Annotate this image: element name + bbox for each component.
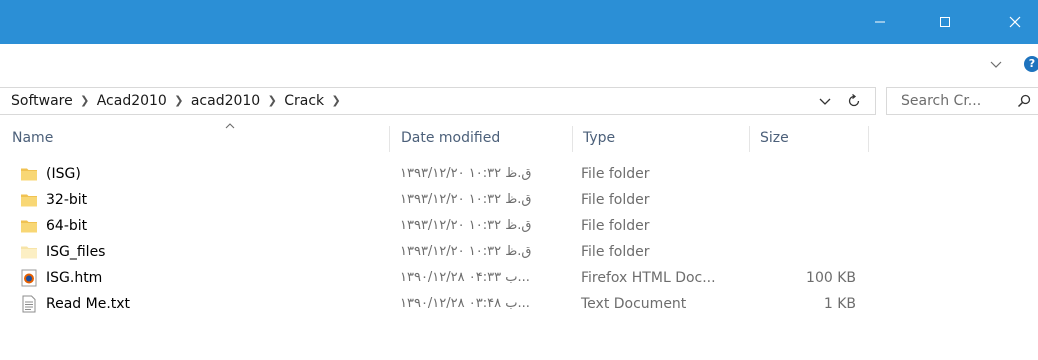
breadcrumb-item-software[interactable]: Software	[8, 88, 76, 114]
folder-icon	[21, 194, 37, 207]
address-bar[interactable]: Software ❯ Acad2010 ❯ acad2010 ❯ Crack ❯	[0, 87, 876, 115]
breadcrumb-separator-icon[interactable]: ❯	[263, 88, 281, 114]
maximize-icon	[940, 17, 950, 27]
file-row[interactable]: Read Me.txt ۱۳۹۰/۱۲/۲۸ ب ۰۳:۴۸... Text D…	[0, 292, 1038, 316]
ribbon-bar: ?	[0, 44, 1038, 84]
file-date: ۱۳۹۰/۱۲/۲۸ ب ۰۳:۴۸...	[400, 296, 530, 311]
firefox-icon	[21, 269, 37, 287]
breadcrumb-separator-icon[interactable]: ❯	[327, 88, 345, 114]
file-type: File folder	[581, 244, 650, 260]
file-size: 100 KB	[806, 270, 856, 286]
breadcrumb-item-crack[interactable]: Crack	[281, 88, 327, 114]
file-date: ۱۳۹۳/۱۲/۲۰ ق.ظ ۱۰:۳۲	[400, 166, 532, 181]
folder-icon	[21, 220, 37, 233]
file-name[interactable]: ISG.htm	[46, 266, 102, 290]
file-row[interactable]: (ISG) ۱۳۹۳/۱۲/۲۰ ق.ظ ۱۰:۳۲ File folder	[0, 162, 1038, 186]
folder-light-icon	[21, 246, 37, 259]
file-row[interactable]: ISG_files ۱۳۹۳/۱۲/۲۰ ق.ظ ۱۰:۳۲ File fold…	[0, 240, 1038, 264]
breadcrumb: Software ❯ Acad2010 ❯ acad2010 ❯ Crack ❯	[8, 88, 345, 114]
file-date: ۱۳۹۰/۱۲/۲۸ ب ۰۴:۳۳...	[400, 270, 530, 285]
close-button[interactable]	[992, 0, 1038, 44]
file-row[interactable]: 64-bit ۱۳۹۳/۱۲/۲۰ ق.ظ ۱۰:۳۲ File folder	[0, 214, 1038, 238]
breadcrumb-item-acad2010[interactable]: Acad2010	[94, 88, 170, 114]
minimize-icon	[875, 21, 885, 23]
file-type: Text Document	[581, 296, 687, 312]
file-row[interactable]: 32-bit ۱۳۹۳/۱۲/۲۰ ق.ظ ۱۰:۳۲ File folder	[0, 188, 1038, 212]
file-name[interactable]: 64-bit	[46, 214, 87, 238]
column-divider[interactable]	[389, 126, 390, 152]
file-date: ۱۳۹۳/۱۲/۲۰ ق.ظ ۱۰:۳۲	[400, 244, 532, 259]
column-header-date-modified[interactable]: Date modified	[401, 120, 566, 156]
file-name[interactable]: 32-bit	[46, 188, 87, 212]
title-bar	[0, 0, 1038, 44]
column-header-type[interactable]: Type	[583, 120, 743, 156]
breadcrumb-separator-icon[interactable]: ❯	[76, 88, 94, 114]
column-divider[interactable]	[749, 126, 750, 152]
minimize-button[interactable]	[857, 0, 903, 44]
file-name[interactable]: ISG_files	[46, 240, 105, 264]
search-icon[interactable]	[1017, 94, 1031, 108]
file-type: Firefox HTML Doc...	[581, 270, 716, 286]
column-header-row: Name Date modified Type Size	[0, 120, 1038, 156]
file-date: ۱۳۹۳/۱۲/۲۰ ق.ظ ۱۰:۳۲	[400, 218, 532, 233]
chevron-down-icon[interactable]	[818, 95, 832, 107]
breadcrumb-item-acad2010-sub[interactable]: acad2010	[188, 88, 263, 114]
maximize-button[interactable]	[922, 0, 968, 44]
file-name[interactable]: Read Me.txt	[46, 292, 130, 316]
text-document-icon	[22, 295, 36, 313]
column-header-size[interactable]: Size	[760, 120, 860, 156]
refresh-icon[interactable]	[846, 93, 862, 109]
breadcrumb-separator-icon[interactable]: ❯	[170, 88, 188, 114]
search-input[interactable]	[887, 88, 1015, 114]
folder-icon	[21, 168, 37, 181]
search-box[interactable]	[886, 87, 1038, 115]
column-divider[interactable]	[868, 126, 869, 152]
close-icon	[1009, 16, 1021, 28]
file-name[interactable]: (ISG)	[46, 162, 81, 186]
help-icon[interactable]: ?	[1024, 56, 1038, 72]
file-type: File folder	[581, 166, 650, 182]
column-header-name[interactable]: Name	[12, 120, 382, 156]
file-type: File folder	[581, 218, 650, 234]
file-date: ۱۳۹۳/۱۲/۲۰ ق.ظ ۱۰:۳۲	[400, 192, 532, 207]
file-row[interactable]: ISG.htm ۱۳۹۰/۱۲/۲۸ ب ۰۴:۳۳... Firefox HT…	[0, 266, 1038, 290]
file-size: 1 KB	[823, 296, 856, 312]
chevron-down-icon[interactable]	[988, 58, 1004, 70]
file-type: File folder	[581, 192, 650, 208]
column-divider[interactable]	[572, 126, 573, 152]
